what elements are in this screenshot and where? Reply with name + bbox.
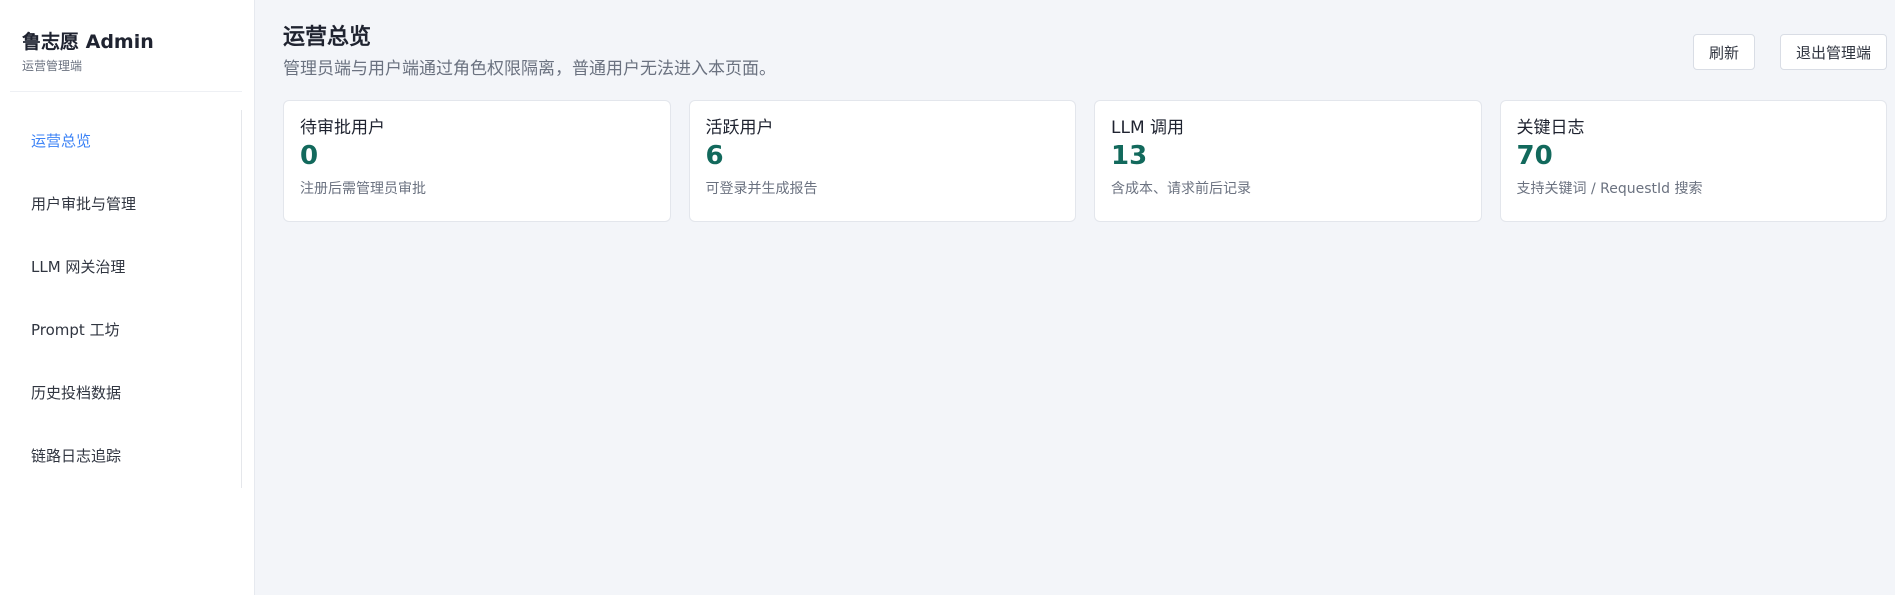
sidebar-item-history-data[interactable]: 历史投档数据 — [0, 362, 241, 425]
page-header: 运营总览 管理员端与用户端通过角色权限隔离，普通用户无法进入本页面。 刷新 退出… — [283, 24, 1887, 80]
main-content: 运营总览 管理员端与用户端通过角色权限隔离，普通用户无法进入本页面。 刷新 退出… — [255, 0, 1895, 595]
sidebar-item-llm-gateway[interactable]: LLM 网关治理 — [0, 236, 241, 299]
header-actions: 刷新 退出管理端 — [1692, 34, 1887, 70]
page-description: 管理员端与用户端通过角色权限隔离，普通用户无法进入本页面。 — [283, 59, 776, 79]
stat-card-active-users: 活跃用户 6 可登录并生成报告 — [688, 100, 1076, 222]
stat-card-desc: 含成本、请求前后记录 — [1111, 181, 1251, 197]
brand-title: 鲁志愿 Admin — [22, 31, 154, 53]
sidebar: 鲁志愿 Admin 运营管理端 运营总览 用户审批与管理 LLM 网关治理 Pr… — [0, 0, 255, 595]
page-title: 运营总览 — [283, 25, 372, 50]
stat-card-value: 0 — [300, 141, 319, 171]
stat-card-value: 70 — [1516, 141, 1553, 171]
stat-card-desc: 注册后需管理员审批 — [300, 181, 426, 197]
sidebar-item-overview[interactable]: 运营总览 — [0, 110, 241, 173]
brand: 鲁志愿 Admin 运营管理端 — [10, 0, 242, 92]
stat-card-title: 关键日志 — [1516, 118, 1585, 138]
sidebar-item-prompt-workshop[interactable]: Prompt 工坊 — [0, 299, 241, 362]
stat-card-title: LLM 调用 — [1111, 118, 1185, 138]
stat-card-value: 13 — [1111, 141, 1148, 171]
stat-card-desc: 支持关键词 / RequestId 搜索 — [1516, 181, 1703, 197]
stat-cards: 待审批用户 0 注册后需管理员审批 活跃用户 6 可登录并生成报告 LLM 调用… — [283, 100, 1887, 222]
header-text: 运营总览 管理员端与用户端通过角色权限隔离，普通用户无法进入本页面。 — [283, 24, 776, 80]
admin-app: 鲁志愿 Admin 运营管理端 运营总览 用户审批与管理 LLM 网关治理 Pr… — [0, 0, 1895, 595]
stat-card-title: 待审批用户 — [300, 118, 385, 138]
refresh-button[interactable]: 刷新 — [1692, 34, 1755, 70]
stat-card-desc: 可登录并生成报告 — [705, 181, 818, 197]
stat-card-title: 活跃用户 — [705, 118, 774, 138]
sidebar-nav: 运营总览 用户审批与管理 LLM 网关治理 Prompt 工坊 历史投档数据 链… — [0, 110, 242, 488]
stat-card-pending-users: 待审批用户 0 注册后需管理员审批 — [283, 100, 671, 222]
sidebar-item-trace-logs[interactable]: 链路日志追踪 — [0, 425, 241, 488]
logout-admin-button[interactable]: 退出管理端 — [1779, 34, 1887, 70]
stat-card-key-logs: 关键日志 70 支持关键词 / RequestId 搜索 — [1499, 100, 1887, 222]
sidebar-item-user-approval[interactable]: 用户审批与管理 — [0, 173, 241, 236]
stat-card-value: 6 — [705, 141, 724, 171]
brand-subtitle: 运营管理端 — [22, 59, 83, 73]
stat-card-llm-calls: LLM 调用 13 含成本、请求前后记录 — [1094, 100, 1482, 222]
